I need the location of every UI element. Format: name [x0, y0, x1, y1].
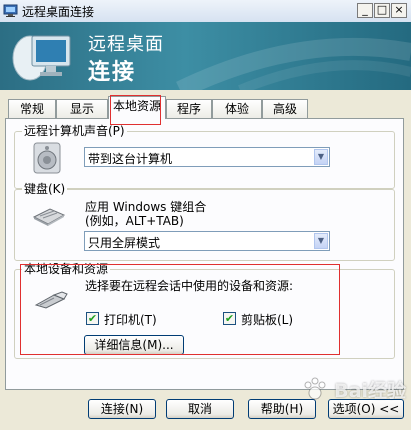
keyboard-legend: 键盘(K): [22, 182, 68, 196]
title-bar[interactable]: 远程桌面连接 _ □ ×: [0, 0, 411, 23]
clipboard-label[interactable]: 剪贴板(L): [241, 311, 293, 328]
monitor-logo-icon: [12, 35, 71, 81]
tab-display[interactable]: 显示: [56, 99, 108, 119]
keyboard-dropdown[interactable]: 只用全屏模式 ▼: [84, 231, 330, 251]
tab-local-resources[interactable]: 本地资源: [108, 96, 166, 119]
minimize-button[interactable]: _: [357, 3, 373, 18]
tab-experience[interactable]: 体验: [212, 99, 262, 119]
header-banner: 远程桌面 连接: [0, 22, 411, 90]
clipboard-checkbox[interactable]: ✔: [223, 312, 236, 325]
connect-button[interactable]: 连接(N): [88, 399, 156, 419]
chevron-down-icon[interactable]: ▼: [314, 233, 328, 249]
maximize-button[interactable]: □: [374, 3, 390, 18]
remote-desktop-icon: [3, 4, 18, 17]
devices-legend: 本地设备和资源: [22, 262, 111, 276]
keyboard-desc-line2: (例如，ALT+TAB): [85, 214, 184, 228]
help-button[interactable]: 帮助(H): [248, 399, 316, 419]
chevron-down-icon[interactable]: ▼: [314, 149, 328, 165]
tab-general[interactable]: 常规: [8, 99, 56, 119]
tab-panel-local-resources: 远程计算机声音(P) 带到这台计算机 ▼ 键盘(K) 应用 Windows 键组…: [5, 118, 404, 390]
window-title: 远程桌面连接: [22, 5, 95, 19]
keyboard-icon: [32, 208, 66, 226]
cancel-button[interactable]: 取消: [166, 399, 234, 419]
sound-dropdown[interactable]: 带到这台计算机 ▼: [84, 147, 330, 167]
printers-label[interactable]: 打印机(T): [104, 311, 157, 328]
banner-subtitle: 远程桌面: [88, 34, 164, 55]
details-button[interactable]: 详细信息(M)...: [84, 335, 184, 355]
printers-checkbox[interactable]: ✔: [86, 312, 99, 325]
devices-desc: 选择要在远程会话中使用的设备和资源:: [85, 279, 294, 293]
keyboard-dropdown-value: 只用全屏模式: [88, 236, 161, 250]
speaker-icon: [33, 142, 61, 174]
close-button[interactable]: ×: [391, 3, 407, 18]
sound-dropdown-value: 带到这台计算机: [88, 152, 173, 166]
tab-advanced[interactable]: 高级: [262, 99, 308, 119]
usb-plug-icon: [34, 291, 68, 309]
sound-legend: 远程计算机声音(P): [22, 124, 127, 138]
banner-title: 连接: [88, 60, 137, 85]
remote-desktop-window: 远程桌面连接 _ □ × 远程桌面 连接 常规 显示 本地资源 程序 体验 高级…: [0, 0, 411, 430]
options-button[interactable]: 选项(O) <<: [328, 399, 404, 419]
tab-programs[interactable]: 程序: [166, 99, 212, 119]
